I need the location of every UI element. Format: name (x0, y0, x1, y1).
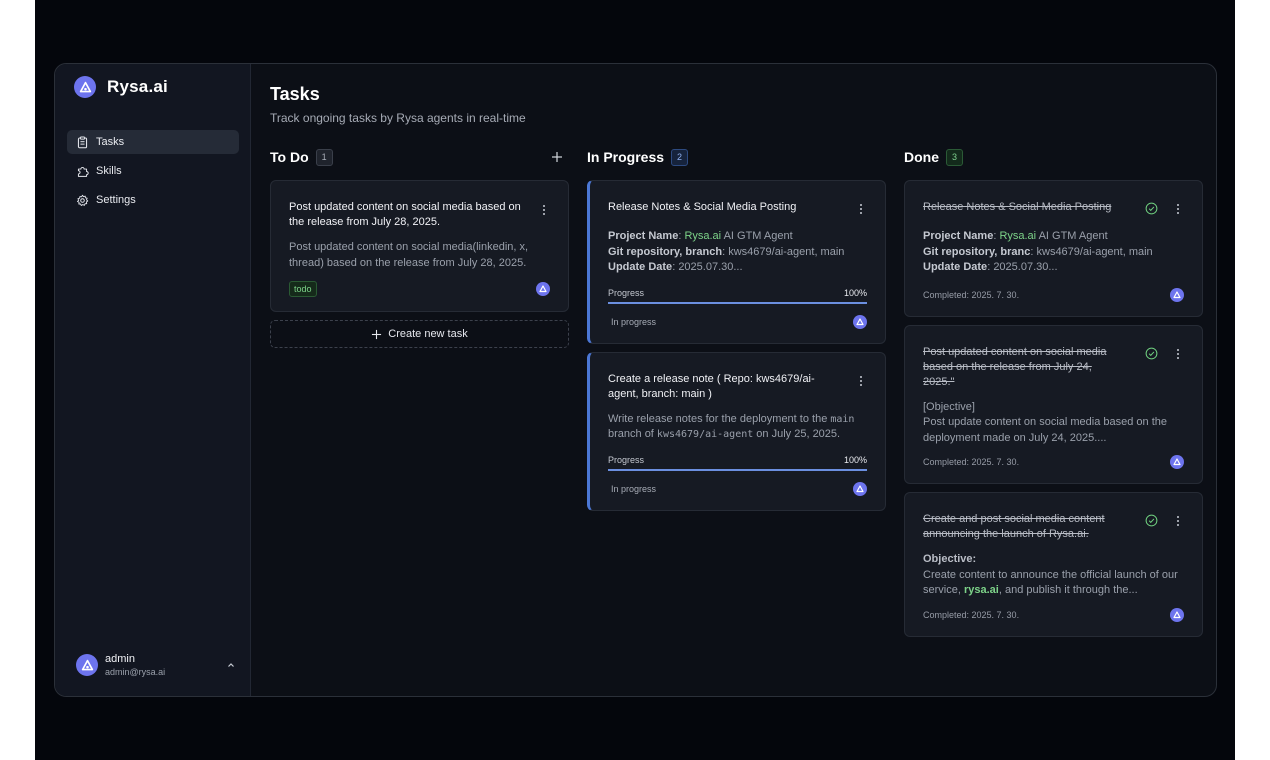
task-title: Create a release note ( Repo: kws4679/ai… (608, 372, 815, 400)
progress-bar-fill (608, 301, 867, 304)
progress-label: Progress (608, 454, 645, 465)
progress-percent: 100% (843, 287, 867, 298)
task-card[interactable]: Create and post social media content ann… (904, 492, 1203, 637)
completed-date: Completed: 2025. 7. 30. (923, 457, 1020, 467)
agent-avatar-icon (1170, 287, 1184, 302)
task-repo: Git repository, branc: kws4679/ai-agent,… (923, 245, 1153, 258)
task-card[interactable]: Create a release note ( Repo: kws4679/ai… (587, 351, 886, 511)
sidebar-item-tasks[interactable]: Tasks (67, 130, 239, 154)
brand[interactable]: Rysa.ai (74, 76, 168, 98)
status-text: In progress (611, 483, 657, 494)
more-options-icon[interactable] (860, 204, 863, 215)
chevron-up-icon[interactable] (226, 660, 236, 670)
more-options-icon[interactable] (1177, 204, 1180, 215)
screen-backdrop: Rysa.ai Tasks Skills Settings admin admi… (35, 0, 1235, 760)
user-name: admin (105, 653, 135, 665)
brand-name: Rysa.ai (107, 77, 168, 96)
sidebar-item-skills[interactable]: Skills (67, 159, 239, 183)
task-date: Update Date: 2025.07.30... (608, 261, 743, 273)
column-in-progress: In Progress 2 Release Notes & Social Med… (587, 147, 886, 519)
task-repo: Git repository, branch: kws4679/ai-agent… (608, 245, 845, 258)
column-done: Done 3 Release Notes & Social Media Post… (904, 147, 1203, 645)
progress-label: Progress (608, 287, 645, 298)
progress-bar-fill (608, 468, 867, 471)
progress-bar (608, 468, 867, 471)
progress-row: Progress 100% (608, 455, 867, 465)
sidebar-item-label: Tasks (96, 136, 125, 148)
column-title: In Progress (587, 149, 665, 165)
more-options-icon[interactable] (1177, 348, 1180, 360)
check-circle-icon (1145, 514, 1158, 527)
agent-avatar-icon (1170, 607, 1184, 622)
task-card[interactable]: Release Notes & Social Media Posting Pro… (904, 180, 1203, 317)
count-badge: 1 (315, 148, 333, 166)
task-description: Write release notes for the deployment t… (608, 412, 855, 441)
column-header: Done 3 (904, 147, 1203, 167)
task-title: Post updated content on social media bas… (289, 201, 521, 228)
task-card[interactable]: Post updated content on social media bas… (270, 180, 569, 312)
create-task-label: Create new task (388, 328, 468, 340)
sidebar-item-label: Settings (96, 194, 136, 206)
avatar (76, 654, 98, 676)
progress-row: Progress 100% (608, 288, 867, 298)
task-description: Post updated content on social media(lin… (289, 241, 529, 269)
user-menu[interactable]: admin admin@rysa.ai (76, 653, 236, 677)
status-badge: todo (289, 281, 317, 297)
progress-bar (608, 301, 867, 304)
column-title: Done (904, 149, 939, 165)
count-badge: 2 (671, 148, 689, 166)
plus-icon[interactable] (551, 151, 563, 163)
count-badge: 3 (946, 148, 963, 166)
sidebar-item-settings[interactable]: Settings (67, 188, 239, 212)
clipboard-icon (77, 135, 88, 148)
rysa-logo-icon (74, 76, 96, 98)
task-project: Project Name: Rysa.ai AI GTM Agent (923, 230, 1108, 242)
more-options-icon[interactable] (543, 205, 546, 216)
check-circle-icon (1145, 202, 1158, 215)
gear-icon (77, 194, 89, 206)
completed-date: Completed: 2025. 7. 30. (923, 609, 1020, 620)
more-options-icon[interactable] (860, 375, 863, 387)
column-todo: To Do 1 Post updated content on social m… (270, 147, 569, 348)
progress-percent: 100% (843, 454, 867, 465)
main-content: Tasks Track ongoing tasks by Rysa agents… (252, 64, 1216, 696)
user-info: admin admin@rysa.ai (105, 653, 219, 677)
task-card[interactable]: Release Notes & Social Media Posting Pro… (587, 180, 886, 344)
task-title: Release Notes & Social Media Posting (608, 201, 797, 213)
agent-avatar-icon (1170, 455, 1184, 469)
check-circle-icon (1145, 347, 1158, 359)
column-title: To Do (270, 149, 309, 165)
plus-icon (372, 329, 382, 339)
column-header: To Do 1 (270, 147, 569, 167)
task-description: [Objective] Post update content on social… (923, 400, 1168, 444)
task-card[interactable]: Post updated content on social media bas… (904, 324, 1203, 484)
status-text: In progress (611, 316, 657, 327)
sidebar-item-label: Skills (96, 165, 122, 177)
task-date: Update Date: 2025.07.30... (923, 261, 1058, 273)
puzzle-icon (77, 166, 89, 177)
agent-avatar-icon (536, 282, 550, 296)
completed-date: Completed: 2025. 7. 30. (923, 289, 1020, 300)
task-description: Objective: Create content to announce the… (923, 553, 1178, 596)
create-task-button[interactable]: Create new task (270, 320, 569, 348)
user-email: admin@rysa.ai (105, 667, 166, 677)
more-options-icon[interactable] (1177, 516, 1180, 527)
agent-avatar-icon (853, 481, 867, 496)
task-project: Project Name: Rysa.ai AI GTM Agent (608, 230, 793, 242)
page-subtitle: Track ongoing tasks by Rysa agents in re… (270, 111, 526, 125)
sidebar-nav: Tasks Skills Settings (67, 130, 239, 217)
page-title: Tasks (270, 84, 320, 104)
app-window: Rysa.ai Tasks Skills Settings admin admi… (54, 63, 1217, 697)
agent-avatar-icon (853, 314, 867, 329)
sidebar: Rysa.ai Tasks Skills Settings admin admi… (55, 64, 251, 696)
column-header: In Progress 2 (587, 147, 886, 167)
